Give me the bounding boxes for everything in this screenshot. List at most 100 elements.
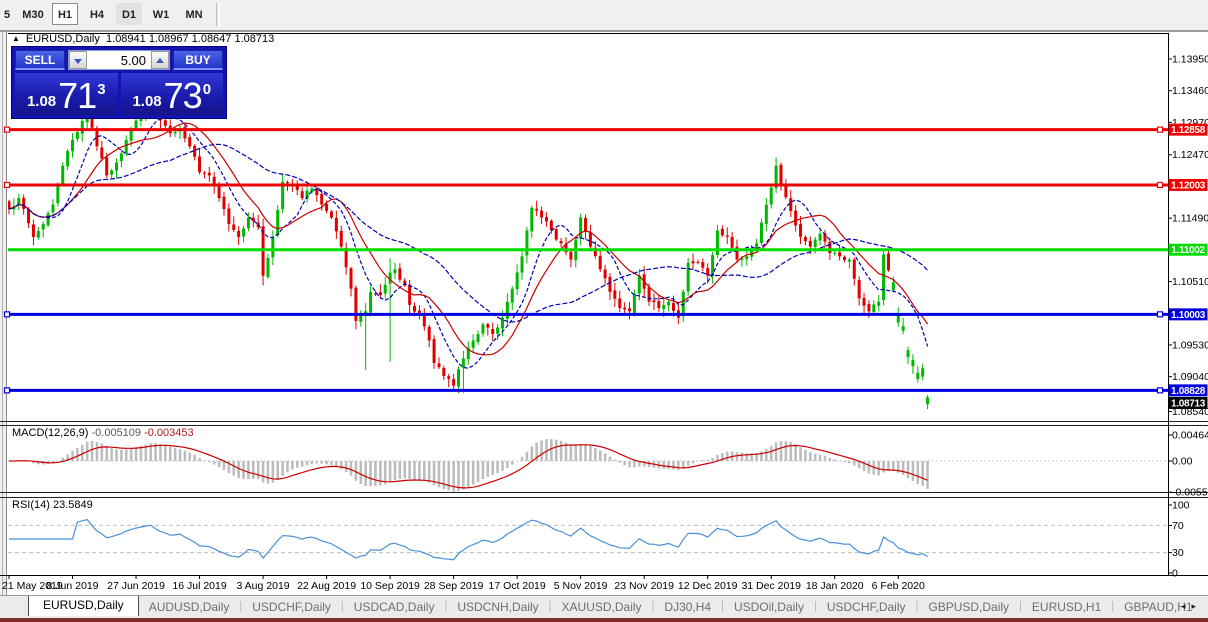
- rsi-panel: [8, 518, 1168, 561]
- timeframe-button-h4[interactable]: H4: [84, 3, 110, 25]
- chart-title-bar: ▲ EURUSD,Daily 1.08941 1.08967 1.08647 1.…: [12, 33, 274, 47]
- svg-text:23 Nov 2019: 23 Nov 2019: [614, 580, 674, 592]
- timeframe-button-w1[interactable]: W1: [148, 3, 174, 25]
- bid-price-pip: 3: [97, 81, 106, 98]
- volume-input[interactable]: [87, 51, 151, 69]
- ask-price-big: 73: [163, 75, 203, 116]
- timeframe-button-d1[interactable]: D1: [116, 3, 142, 25]
- svg-text:12 Dec 2019: 12 Dec 2019: [678, 580, 738, 592]
- svg-text:8 Jun 2019: 8 Jun 2019: [47, 580, 99, 592]
- svg-text:1.13950: 1.13950: [1172, 54, 1208, 66]
- svg-text:30: 30: [1172, 547, 1184, 559]
- svg-text:-0.005574: -0.005574: [1172, 487, 1208, 499]
- tab-usdchf-daily[interactable]: USDCHF,Daily: [242, 596, 341, 614]
- window-left-border: [0, 31, 8, 618]
- svg-text:70: 70: [1172, 520, 1184, 532]
- bid-price-prefix: 1.08: [26, 93, 57, 110]
- volume-stepper: [68, 50, 170, 70]
- svg-text:1.10510: 1.10510: [1172, 276, 1208, 288]
- timeframe-button-mn[interactable]: MN: [180, 3, 208, 25]
- volume-decrease-button[interactable]: [69, 51, 87, 69]
- chart-tab-bar: EURUSD,Daily AUDUSD,Daily | USDCHF,Daily | US…: [0, 595, 1208, 618]
- ask-price-pip: 0: [202, 81, 212, 98]
- svg-text:1.12858: 1.12858: [1171, 125, 1206, 136]
- tab-xauusd-daily[interactable]: XAUUSD,Daily: [552, 596, 652, 614]
- svg-text:17 Oct 2019: 17 Oct 2019: [489, 580, 546, 592]
- svg-text:1.11490: 1.11490: [1172, 213, 1208, 225]
- mt4-chart-window: 5 M30 H1 H4 D1 W1 MN 1.13950 1.13460 1.12970 1.12…: [0, 0, 1208, 622]
- svg-text:28 Sep 2019: 28 Sep 2019: [424, 580, 484, 592]
- rsi-axis: 100 70 30 0: [1168, 500, 1190, 580]
- ohlc-values: 1.08941 1.08967 1.08647 1.08713: [106, 33, 275, 45]
- buy-button[interactable]: BUY: [173, 50, 223, 70]
- price-axis: 1.13950 1.13460 1.12970 1.12470 1.11490 1.105…: [1168, 54, 1208, 418]
- svg-text:1.12970: 1.12970: [1172, 117, 1208, 129]
- svg-text:1.10003: 1.10003: [1171, 310, 1206, 321]
- bid-price-display[interactable]: 1.08 71 3: [15, 73, 118, 115]
- tab-scroll-left-icon[interactable]: ◂: [1181, 601, 1192, 611]
- tab-gbpusd-daily[interactable]: GBPUSD,Daily: [918, 596, 1019, 614]
- svg-text:0.004643: 0.004643: [1172, 429, 1208, 441]
- svg-text:1.08713: 1.08713: [1171, 399, 1206, 410]
- horizontal-line-objects[interactable]: [3, 126, 1169, 394]
- svg-text:3 Aug 2019: 3 Aug 2019: [237, 580, 290, 592]
- triangle-up-icon: [156, 58, 164, 63]
- svg-text:6 Feb 2020: 6 Feb 2020: [872, 580, 925, 592]
- collapse-triangle-icon[interactable]: ▲: [12, 34, 20, 43]
- timeframe-button-m30[interactable]: M30: [18, 3, 48, 25]
- volume-increase-button[interactable]: [151, 51, 169, 69]
- bid-price-big: 71: [58, 75, 97, 116]
- hline-handle[interactable]: [1156, 181, 1164, 189]
- tab-usdcnh-daily[interactable]: USDCNH,Daily: [447, 596, 548, 614]
- one-click-trading-panel: SELL BUY 1.08713 1.08730: [11, 46, 227, 119]
- tab-eurusd-daily[interactable]: EURUSD,Daily: [28, 596, 139, 616]
- svg-text:1.08828: 1.08828: [1171, 386, 1206, 397]
- svg-text:21 May 2019: 21 May 2019: [2, 580, 63, 592]
- hline-handle[interactable]: [1156, 126, 1164, 133]
- chart-title: EURUSD,Daily: [25, 33, 100, 45]
- svg-text:1.09530: 1.09530: [1172, 339, 1208, 351]
- timeframe-button-5[interactable]: 5: [1, 3, 13, 25]
- moving-averages: [8, 115, 929, 369]
- triangle-down-icon: [74, 59, 82, 64]
- svg-text:1.09040: 1.09040: [1172, 371, 1208, 383]
- tab-usdchf-daily[interactable]: USDCHF,Daily: [817, 596, 916, 614]
- date-axis: 21 May 20198 Jun 2019 27 Jun 2019 16 Jul 2…: [2, 576, 925, 592]
- hline-handle[interactable]: [1156, 311, 1164, 318]
- candlesticks: [8, 92, 930, 410]
- timeframe-toolbar: 5 M30 H1 H4 D1 W1 MN: [0, 0, 1208, 31]
- ask-price-display[interactable]: 1.08 73 0: [120, 73, 223, 116]
- window-bottom-edge: [0, 618, 1208, 622]
- svg-text:1.12003: 1.12003: [1171, 180, 1206, 191]
- svg-text:16 Jul 2019: 16 Jul 2019: [172, 580, 226, 592]
- tab-scroll-right-icon[interactable]: ▸: [1191, 601, 1202, 611]
- tab-scroll-arrows: ◂▸: [1181, 601, 1202, 612]
- hline-handle[interactable]: [1156, 387, 1164, 394]
- svg-text:22 Aug 2019: 22 Aug 2019: [297, 580, 356, 592]
- toolbar-separator: [216, 3, 220, 26]
- ask-price-prefix: 1.08: [132, 93, 162, 110]
- svg-text:27 Jun 2019: 27 Jun 2019: [107, 580, 165, 592]
- svg-text:100: 100: [1172, 500, 1190, 512]
- macd-axis: 0.004643 0.00 -0.005574: [1168, 429, 1208, 499]
- svg-text:1.08540: 1.08540: [1172, 406, 1208, 418]
- svg-text:31 Dec 2019: 31 Dec 2019: [741, 580, 801, 592]
- macd-panel: [8, 438, 1168, 492]
- svg-text:5 Nov 2019: 5 Nov 2019: [554, 580, 608, 592]
- svg-text:1.13460: 1.13460: [1172, 85, 1208, 97]
- tab-audusd-daily[interactable]: AUDUSD,Daily: [139, 596, 240, 614]
- sell-button[interactable]: SELL: [15, 50, 65, 70]
- tab-usdoil-daily[interactable]: USDOil,Daily: [724, 596, 814, 614]
- svg-text:0.00: 0.00: [1172, 456, 1193, 468]
- tab-eurusd-h1[interactable]: EURUSD,H1: [1022, 596, 1111, 614]
- svg-text:10 Sep 2019: 10 Sep 2019: [360, 580, 420, 592]
- tab-dj30-h4[interactable]: DJ30,H4: [654, 596, 721, 614]
- rsi-indicator-label: RSI(14) 23.5849: [12, 499, 93, 511]
- tab-usdcad-daily[interactable]: USDCAD,Daily: [344, 596, 445, 614]
- svg-text:1.11002: 1.11002: [1171, 245, 1205, 256]
- svg-text:18 Jan 2020: 18 Jan 2020: [806, 580, 864, 592]
- svg-text:1.12470: 1.12470: [1172, 149, 1208, 161]
- timeframe-button-h1[interactable]: H1: [52, 3, 78, 25]
- svg-text:0: 0: [1172, 568, 1178, 580]
- macd-indicator-label: MACD(12,26,9) -0.005109 -0.003453: [12, 427, 194, 439]
